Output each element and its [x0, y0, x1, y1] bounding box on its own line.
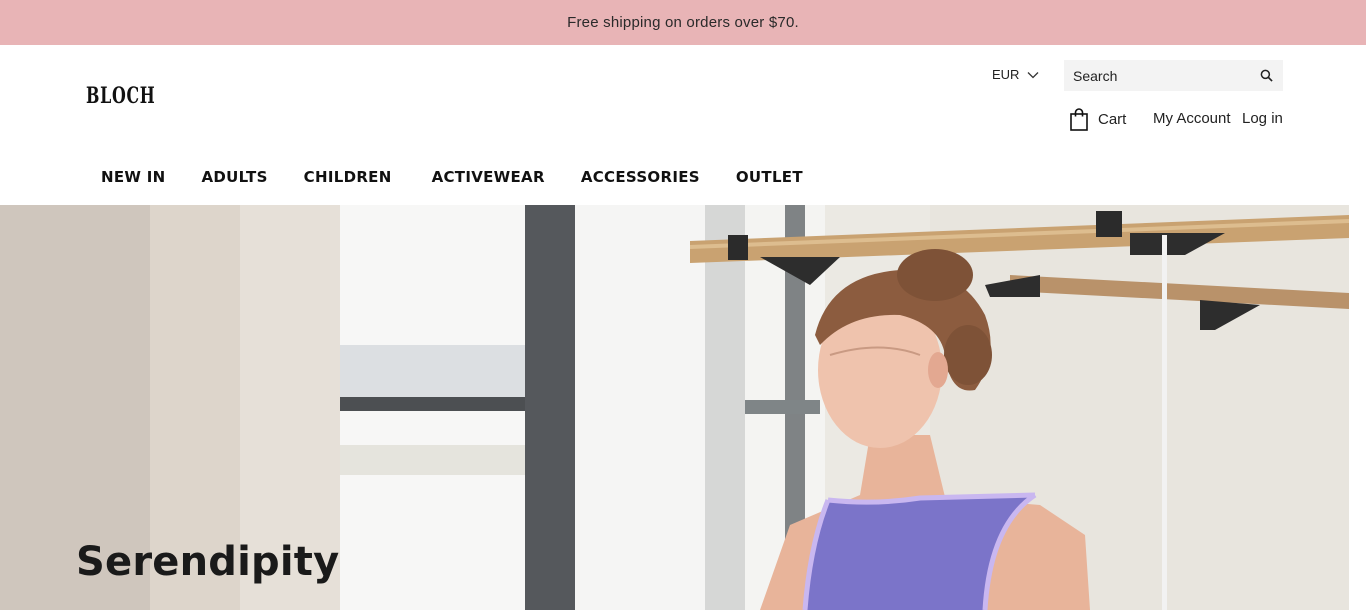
log-in-link[interactable]: Log in: [1242, 110, 1283, 127]
currency-selector[interactable]: EUR: [992, 67, 1039, 82]
nav-item-new-in[interactable]: NEW IN: [101, 168, 166, 186]
announcement-text: Free shipping on orders over $70.: [567, 14, 799, 31]
scrollbar-gutter: [1349, 205, 1366, 610]
nav-item-adults[interactable]: ADULTS: [202, 168, 268, 186]
search-box[interactable]: [1064, 60, 1283, 91]
cart-link[interactable]: Cart: [1070, 108, 1126, 131]
currency-label: EUR: [992, 67, 1020, 82]
shopping-bag-icon: [1070, 108, 1088, 131]
brand-logo[interactable]: BLOCH: [86, 83, 156, 109]
nav-item-activewear[interactable]: ACTIVEWEAR: [432, 168, 545, 186]
nav-item-accessories[interactable]: ACCESSORIES: [581, 168, 700, 186]
main-navigation: NEW IN ADULTS CHILDREN ACTIVEWEAR ACCESS…: [101, 167, 839, 187]
hero-banner[interactable]: Serendipity: [0, 205, 1349, 610]
hero-title: Serendipity: [76, 539, 340, 585]
chevron-down-icon: [1027, 71, 1039, 78]
cart-label: Cart: [1098, 111, 1127, 128]
my-account-link[interactable]: My Account: [1153, 110, 1231, 127]
site-header: BLOCH EUR Cart My Account Log in NEW IN …: [0, 45, 1366, 205]
search-input[interactable]: [1073, 67, 1260, 84]
nav-item-children[interactable]: CHILDREN: [304, 168, 392, 186]
search-icon[interactable]: [1260, 69, 1273, 82]
nav-item-outlet[interactable]: OUTLET: [736, 168, 803, 186]
announcement-bar: Free shipping on orders over $70.: [0, 0, 1366, 45]
